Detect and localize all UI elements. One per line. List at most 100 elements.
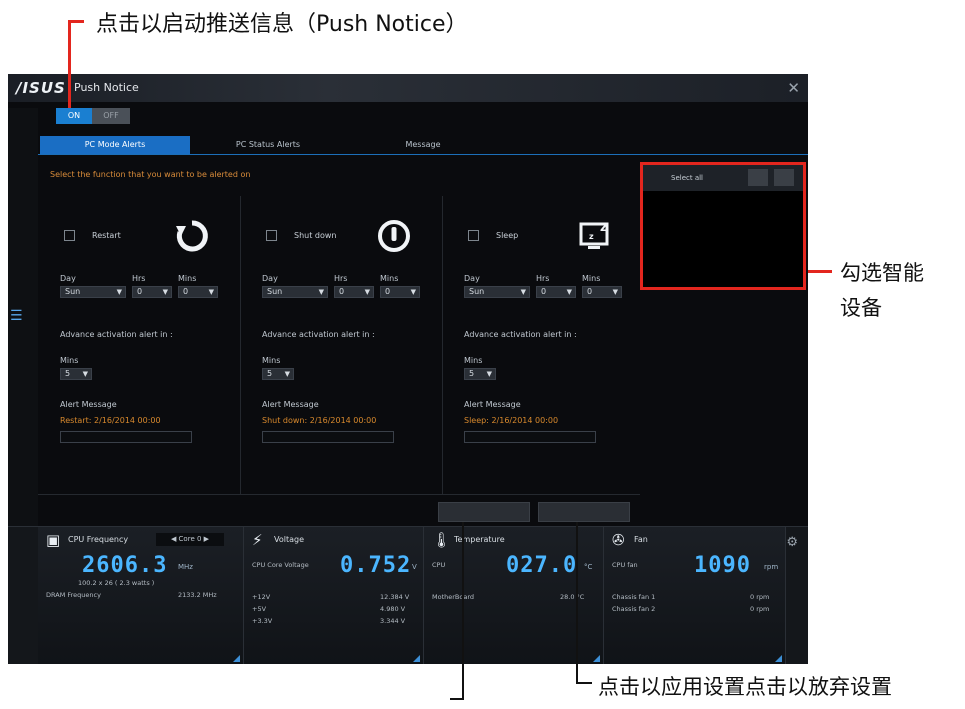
expand-corner-icon[interactable]	[413, 655, 420, 662]
cpu-temp-value: 027.0	[506, 553, 578, 578]
mins-value: 0	[587, 287, 593, 296]
side-menu-icon[interactable]: ☰	[10, 308, 23, 324]
push-notice-toggle[interactable]: ON OFF	[56, 108, 130, 124]
voltage-title: Voltage	[274, 535, 305, 544]
restart-label: Restart	[92, 231, 121, 240]
day-dropdown[interactable]: Sun ▼	[262, 286, 328, 298]
adv-mins-label: Mins	[60, 356, 79, 365]
callout-line	[576, 522, 578, 684]
restart-icon	[176, 220, 208, 252]
adv-mins-label: Mins	[262, 356, 281, 365]
alert-message-text: Sleep: 2/16/2014 00:00	[464, 416, 559, 425]
dram-frequency-label: DRAM Frequency	[46, 591, 101, 599]
brand-logo: /ISUS	[16, 79, 66, 97]
voltage-unit: V	[412, 563, 417, 571]
hrs-dropdown[interactable]: 0 ▼	[334, 286, 374, 298]
expand-corner-icon[interactable]	[593, 655, 600, 662]
adv-mins-label: Mins	[464, 356, 483, 365]
hrs-dropdown[interactable]: 0 ▼	[132, 286, 172, 298]
alert-message-input[interactable]	[262, 431, 394, 443]
alert-message-label: Alert Message	[60, 400, 117, 409]
close-icon[interactable]: ✕	[787, 79, 800, 97]
gear-icon[interactable]: ⚙	[786, 535, 798, 550]
shutdown-checkbox[interactable]	[266, 230, 277, 241]
tab-message[interactable]: Message	[358, 136, 488, 154]
alert-message-text: Shut down: 2/16/2014 00:00	[262, 416, 377, 425]
callout-line	[576, 682, 592, 684]
instruction-text: Select the function that you want to be …	[50, 170, 251, 179]
day-dropdown[interactable]: Sun ▼	[464, 286, 530, 298]
callout-line	[808, 270, 832, 273]
column-divider	[442, 196, 443, 494]
toggle-off[interactable]: OFF	[92, 108, 130, 124]
svg-text:z: z	[589, 232, 594, 241]
discard-button[interactable]	[538, 502, 630, 522]
alert-column-sleep: Sleep Z z Day Hrs Mins Sun ▼ 0 ▼ 0 ▼ Advanc…	[444, 196, 642, 494]
chevron-down-icon: ▼	[520, 288, 526, 296]
cpu-frequency-unit: MHz	[178, 563, 193, 571]
chevron-down-icon: ▼	[284, 370, 290, 378]
hrs-dropdown[interactable]: 0 ▼	[536, 286, 576, 298]
alert-column-restart: Restart Day Hrs Mins Sun ▼ 0 ▼ 0 ▼ Advance …	[40, 196, 238, 494]
column-divider	[240, 196, 241, 494]
motherboard-temp-label: MotherBoard	[432, 593, 475, 601]
window-title: Push Notice	[74, 81, 139, 94]
mins-label: Mins	[582, 274, 601, 283]
tab-pc-status-alerts[interactable]: PC Status Alerts	[198, 136, 338, 154]
voltage-row-label: +5V	[252, 605, 267, 613]
voltage-row-label: +3.3V	[252, 617, 273, 625]
sleep-icon: Z z	[579, 221, 609, 249]
annotation-push-notice: 点击以启动推送信息（Push Notice）	[96, 12, 468, 37]
sleep-label: Sleep	[496, 231, 519, 240]
tab-pc-mode-alerts[interactable]: PC Mode Alerts	[40, 136, 190, 154]
advance-label: Advance activation alert in :	[464, 330, 577, 339]
chassis-fan-label: Chassis fan 1	[612, 593, 656, 601]
fan-icon: ✇	[612, 531, 625, 549]
cpu-fan-value: 1090	[694, 553, 751, 578]
adv-mins-dropdown[interactable]: 5 ▼	[60, 368, 92, 380]
core-selector[interactable]: ◀ Core 0 ▶	[156, 533, 224, 546]
toggle-on[interactable]: ON	[56, 108, 92, 124]
day-value: Sun	[267, 287, 283, 296]
mins-dropdown[interactable]: 0 ▼	[582, 286, 622, 298]
dram-frequency-value: 2133.2 MHz	[178, 591, 217, 599]
chevron-down-icon: ▼	[612, 288, 618, 296]
expand-corner-icon[interactable]	[233, 655, 240, 662]
chevron-down-icon: ▼	[208, 288, 214, 296]
alert-message-input[interactable]	[60, 431, 192, 443]
adv-mins-dropdown[interactable]: 5 ▼	[262, 368, 294, 380]
mins-dropdown[interactable]: 0 ▼	[178, 286, 218, 298]
cpu-frequency-title: CPU Frequency	[68, 535, 129, 544]
mins-value: 0	[385, 287, 391, 296]
fan-panel: ✇ Fan CPU fan 1090 rpm Chassis fan 1 0 r…	[604, 527, 786, 664]
restart-checkbox[interactable]	[64, 230, 75, 241]
chassis-fan-label: Chassis fan 2	[612, 605, 656, 613]
tabs-underline	[38, 154, 808, 155]
alert-message-input[interactable]	[464, 431, 596, 443]
chevron-down-icon: ▼	[364, 288, 370, 296]
expand-corner-icon[interactable]	[775, 655, 782, 662]
select-all-label[interactable]: Select all	[671, 174, 703, 182]
cpu-fan-label: CPU fan	[612, 561, 638, 569]
mins-dropdown[interactable]: 0 ▼	[380, 286, 420, 298]
adv-mins-dropdown[interactable]: 5 ▼	[464, 368, 496, 380]
apply-button[interactable]	[438, 502, 530, 522]
day-label: Day	[262, 274, 278, 283]
power-icon	[378, 220, 410, 252]
trash-icon[interactable]	[774, 169, 794, 186]
hrs-label: Hrs	[132, 274, 146, 283]
hrs-value: 0	[339, 287, 345, 296]
adv-mins-value: 5	[267, 369, 273, 378]
annotation-select-device: 勾选智能 设备	[840, 256, 924, 326]
edit-icon[interactable]	[748, 169, 768, 186]
cpu-multiplier: 100.2 x 26 ( 2.3 watts )	[78, 579, 155, 587]
device-panel-header: Select all	[643, 165, 803, 191]
device-panel: Select all	[640, 162, 806, 290]
day-dropdown[interactable]: Sun ▼	[60, 286, 126, 298]
sleep-checkbox[interactable]	[468, 230, 479, 241]
mins-value: 0	[183, 287, 189, 296]
hrs-label: Hrs	[334, 274, 348, 283]
mins-label: Mins	[380, 274, 399, 283]
chevron-down-icon: ▼	[116, 288, 122, 296]
lightning-icon: ⚡	[252, 531, 263, 549]
